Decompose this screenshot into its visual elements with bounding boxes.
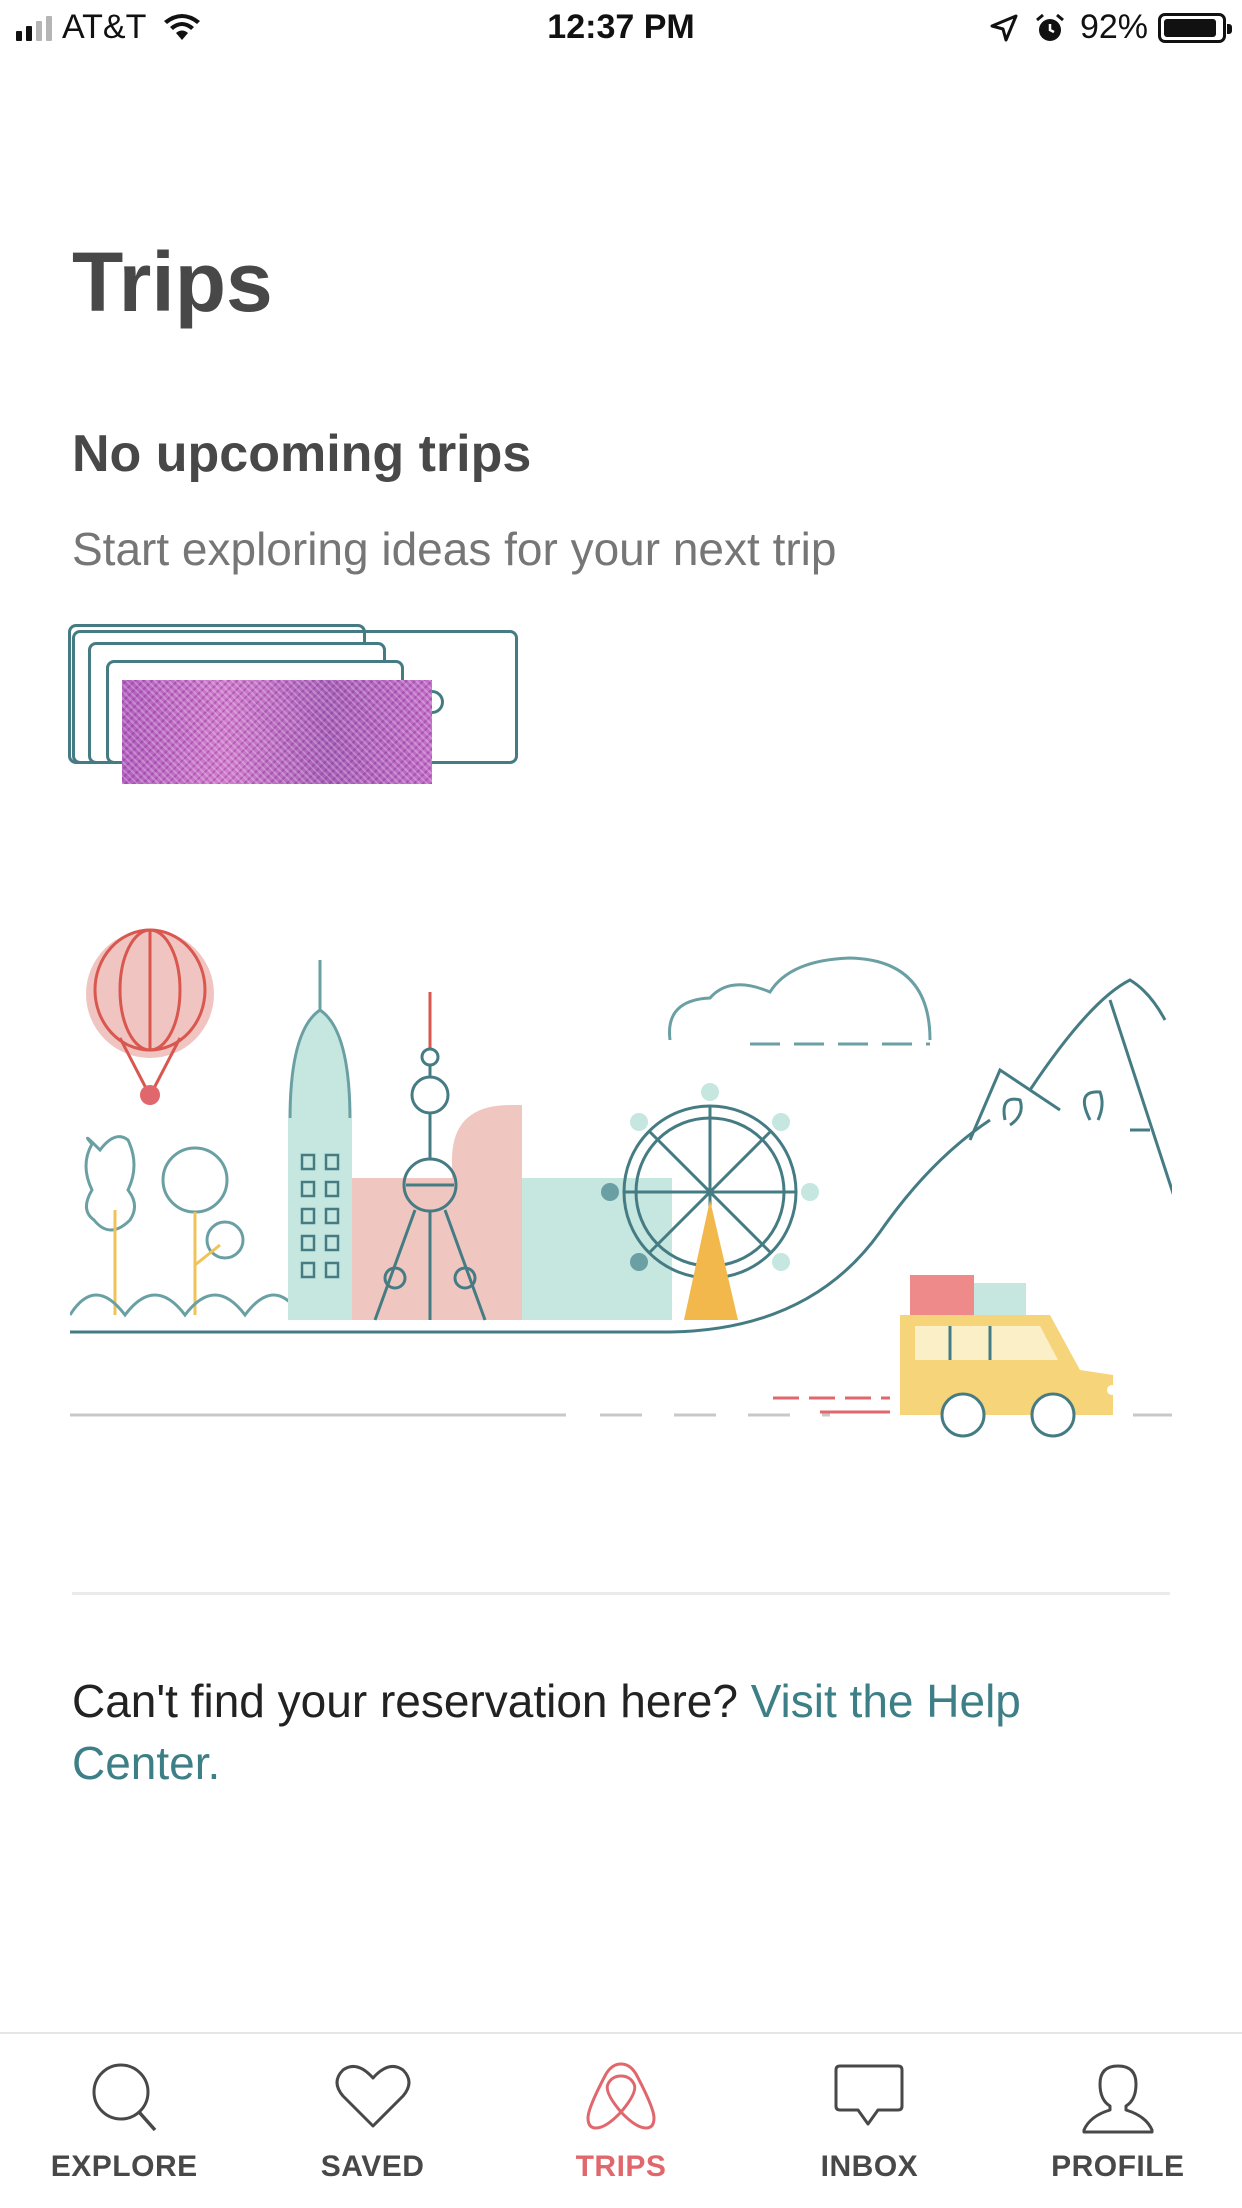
search-icon — [92, 2063, 157, 2132]
travel-illustration — [70, 928, 1172, 1438]
start-exploring-button[interactable] — [68, 624, 518, 784]
trees-icon — [70, 1135, 302, 1318]
tab-saved[interactable]: SAVED — [248, 2034, 496, 2208]
tab-explore[interactable]: EXPLORE — [0, 2034, 248, 2208]
tab-trips[interactable]: TRIPS — [497, 2034, 745, 2208]
battery-percent: 92% — [1079, 8, 1148, 46]
car-icon — [900, 1275, 1117, 1438]
hot-air-balloon-icon — [86, 928, 214, 1105]
redacted-label — [122, 680, 432, 784]
chat-bubble-icon — [834, 2064, 904, 2126]
tab-label: PROFILE — [1051, 2150, 1185, 2183]
airbnb-logo-icon — [586, 2062, 656, 2130]
alarm-clock-icon — [1035, 13, 1064, 41]
help-message: Can't find your reservation here? Visit … — [72, 1670, 1072, 1794]
tab-inbox[interactable]: INBOX — [745, 2034, 993, 2208]
battery-icon — [1158, 12, 1232, 43]
page-title: Trips — [72, 235, 273, 329]
heart-icon — [335, 2064, 411, 2128]
location-arrow-icon — [990, 14, 1018, 41]
status-right: 92% — [988, 8, 1232, 47]
tab-label: SAVED — [320, 2150, 425, 2183]
battery-cap — [1227, 23, 1232, 34]
status-bar: AT&T 12:37 PM 92% — [0, 0, 1242, 60]
building-shape — [522, 1178, 672, 1320]
skyscraper-icon — [288, 960, 352, 1320]
empty-state-subtitle: Start exploring ideas for your next trip — [72, 523, 837, 575]
tab-profile[interactable]: PROFILE — [994, 2034, 1242, 2208]
tab-label: INBOX — [820, 2150, 919, 2183]
help-text: Can't find your reservation here? — [72, 1675, 751, 1727]
trips-screen: AT&T 12:37 PM 92% Trips No upcoming trip… — [0, 0, 1242, 2208]
battery-fill — [1164, 18, 1216, 37]
tab-bar: EXPLORE SAVED TRIPS INBOX PROFILE — [0, 2032, 1242, 2208]
cloud-icon — [668, 956, 932, 1046]
divider — [72, 1592, 1170, 1595]
tab-label: EXPLORE — [50, 2150, 198, 2183]
tab-label: TRIPS — [575, 2150, 667, 2183]
empty-state-title: No upcoming trips — [72, 425, 532, 483]
person-icon — [1082, 2064, 1154, 2134]
